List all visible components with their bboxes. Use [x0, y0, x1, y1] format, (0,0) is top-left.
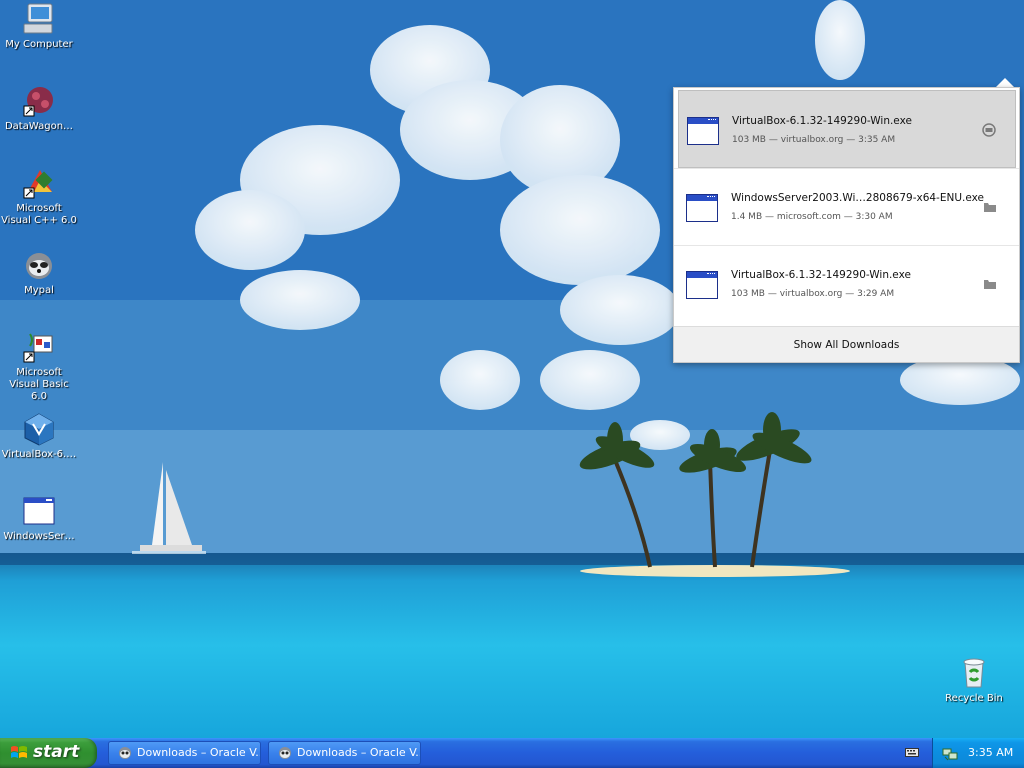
download-item[interactable]: VirtualBox-6.1.32-149290-Win.exe 103 MB …: [678, 90, 1016, 168]
desktop-icon-label: WindowsSer…: [3, 531, 75, 542]
desktop-icon-mypal[interactable]: Mypal: [0, 248, 78, 297]
download-meta: 103 MB — virtualbox.org — 3:35 AM: [732, 135, 896, 145]
download-filename: VirtualBox-6.1.32-149290-Win.exe: [732, 115, 912, 127]
taskbar-window-button[interactable]: Downloads – Oracle V...: [108, 741, 261, 765]
taskbar: start Downloads – Oracle V... Downloads …: [0, 738, 1024, 768]
executable-file-icon: [687, 117, 719, 145]
mypal-browser-icon: [119, 747, 131, 759]
download-item[interactable]: VirtualBox-6.1.32-149290-Win.exe 103 MB …: [678, 245, 1016, 323]
taskbar-window-label: Downloads – Oracle V...: [137, 746, 261, 759]
desktop-icon-datawagon[interactable]: DataWagon…: [0, 84, 78, 133]
keyboard-language-icon[interactable]: [905, 746, 919, 758]
executable-file-icon: [686, 194, 718, 222]
desktop-icon-virtualbox[interactable]: VirtualBox-6.…: [0, 412, 78, 461]
desktop-icon-label: Microsoft Visual Basic 6.0: [9, 367, 69, 402]
download-meta: 103 MB — virtualbox.org — 3:29 AM: [731, 289, 895, 299]
desktop-icon-label: Microsoft Visual C++ 6.0: [1, 203, 77, 226]
open-file-button[interactable]: [981, 123, 997, 137]
start-label: start: [33, 742, 80, 762]
clock[interactable]: 3:35 AM: [968, 746, 1013, 759]
application-window-icon: [22, 494, 56, 528]
executable-file-icon: [686, 271, 718, 299]
desktop-icon-label: My Computer: [5, 39, 73, 50]
download-meta: 1.4 MB — microsoft.com — 3:30 AM: [731, 212, 893, 222]
mypal-browser-icon: [279, 747, 291, 759]
desktop-icon-label: Recycle Bin: [945, 693, 1003, 704]
show-in-folder-button[interactable]: [982, 277, 998, 291]
desktop-icon-label: VirtualBox-6.…: [1, 449, 77, 460]
desktop-icon-visual-cpp[interactable]: Microsoft Visual C++ 6.0: [0, 166, 78, 227]
virtualbox-installer-icon: [22, 412, 56, 446]
desktop-icon-my-computer[interactable]: My Computer: [0, 2, 78, 51]
download-item[interactable]: WindowsServer2003.Wi…2808679-x64-ENU.exe…: [678, 168, 1016, 246]
visual-basic-shortcut-icon: [22, 330, 56, 364]
taskbar-window-button[interactable]: Downloads – Oracle V...: [268, 741, 421, 765]
visual-cpp-shortcut-icon: [22, 166, 56, 200]
desktop-icon-windowsserver[interactable]: WindowsSer…: [0, 494, 78, 543]
folder-icon: [984, 280, 996, 289]
show-in-folder-button[interactable]: [982, 200, 998, 214]
my-computer-icon: [22, 2, 56, 36]
mypal-browser-icon: [22, 248, 56, 282]
recycle-bin-icon: [957, 656, 991, 690]
open-folder-circle-icon: [982, 123, 996, 137]
network-connection-icon[interactable]: [942, 745, 958, 761]
show-all-downloads-button[interactable]: Show All Downloads: [674, 326, 1019, 362]
desktop-icon-label: Mypal: [24, 285, 54, 296]
datawagon-shortcut-icon: [22, 84, 56, 118]
desktop-icon-recycle-bin[interactable]: Recycle Bin: [935, 656, 1013, 705]
desktop-icon-visual-basic[interactable]: Microsoft Visual Basic 6.0: [0, 330, 78, 403]
desktop-icon-label: DataWagon…: [4, 121, 74, 132]
download-filename: VirtualBox-6.1.32-149290-Win.exe: [731, 269, 911, 281]
download-filename: WindowsServer2003.Wi…2808679-x64-ENU.exe: [731, 192, 984, 204]
folder-icon: [984, 203, 996, 212]
windows-logo-icon: [11, 746, 27, 758]
taskbar-window-label: Downloads – Oracle V...: [297, 746, 421, 759]
system-tray: 3:35 AM: [932, 738, 1024, 768]
downloads-panel: VirtualBox-6.1.32-149290-Win.exe 103 MB …: [673, 87, 1020, 363]
start-button[interactable]: start: [0, 738, 97, 768]
